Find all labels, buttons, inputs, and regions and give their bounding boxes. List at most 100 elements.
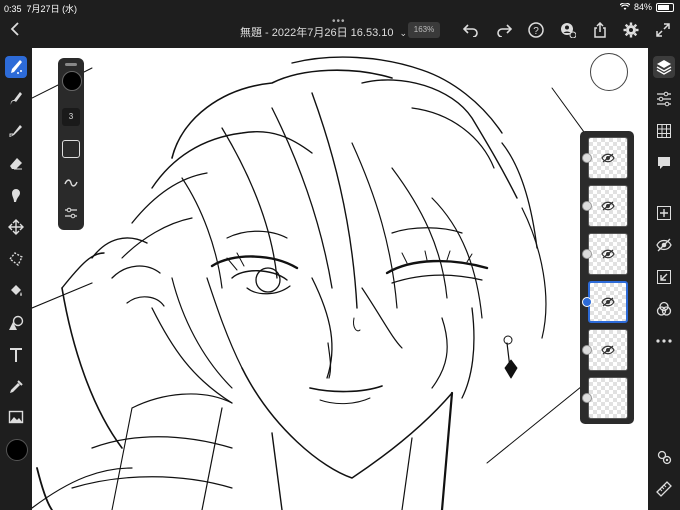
top-bar: ••• 無題 - 2022年7月26日 16.53.10 ⌄ 163% ? (0, 14, 680, 48)
settings-button[interactable] (622, 21, 640, 39)
import-icon (657, 270, 671, 284)
layers-icon (656, 60, 672, 75)
add-layer-button[interactable] (653, 202, 675, 224)
eye-hidden-icon (601, 297, 615, 307)
grid-icon (657, 124, 671, 138)
ruler-button[interactable] (653, 478, 675, 500)
right-toolbar (648, 48, 680, 510)
add-layer-icon (657, 206, 671, 220)
image-icon (8, 410, 24, 424)
help-icon: ? (528, 22, 544, 38)
layers-button[interactable] (653, 56, 675, 78)
layer-thumbnail-6[interactable] (588, 377, 628, 419)
layers-panel (580, 131, 634, 424)
vector-brush-icon (9, 125, 22, 137)
eraser-icon (10, 158, 22, 170)
settings-icon (657, 450, 672, 465)
live-brush-tool[interactable] (5, 88, 27, 110)
image-tool[interactable] (5, 406, 27, 428)
layer-thumbnail-2[interactable] (588, 185, 628, 227)
panel-drag-handle[interactable] (65, 63, 77, 66)
drawing-canvas[interactable] (32, 48, 648, 510)
gear-icon (623, 22, 639, 38)
chevron-left-icon (10, 22, 19, 36)
live-brush-icon (10, 92, 22, 105)
pixel-brush-tool[interactable] (5, 56, 27, 78)
layer-2-toggle[interactable] (582, 201, 592, 211)
import-button[interactable] (653, 266, 675, 288)
help-button[interactable]: ? (527, 21, 545, 39)
brush-opacity-button[interactable] (62, 140, 80, 158)
layer-1-toggle[interactable] (582, 153, 592, 163)
comments-button[interactable] (653, 152, 675, 174)
foreground-color-swatch[interactable] (6, 439, 28, 461)
color-preview-circle (590, 53, 628, 91)
smudge-tool[interactable] (5, 184, 27, 206)
adjustments-icon (657, 91, 671, 107)
comment-icon (658, 157, 670, 169)
layer-properties-button[interactable] (653, 446, 675, 468)
visibility-button[interactable] (653, 234, 675, 256)
layer-4-toggle[interactable] (582, 297, 592, 307)
grid-button[interactable] (653, 120, 675, 142)
user-plus-icon (561, 23, 576, 38)
brush-smoothing-button[interactable] (62, 174, 80, 192)
more-options-button[interactable] (653, 330, 675, 352)
smudge-icon (12, 189, 20, 202)
zoom-level[interactable]: 163% (408, 22, 440, 38)
lasso-icon (8, 252, 23, 267)
visibility-icon (656, 238, 672, 252)
text-icon (10, 348, 22, 362)
share-button[interactable] (591, 21, 609, 39)
move-icon (8, 219, 24, 235)
layer-5-toggle[interactable] (582, 345, 592, 355)
document-title[interactable]: 無題 - 2022年7月26日 16.53.10 ⌄ (240, 24, 407, 40)
expand-icon (656, 23, 670, 37)
eye-hidden-icon (601, 153, 615, 163)
blend-icon (656, 301, 672, 316)
brush-settings-button[interactable] (62, 204, 80, 222)
fill-tool[interactable] (5, 280, 27, 302)
redo-button[interactable] (495, 21, 513, 39)
wifi-icon (619, 3, 630, 10)
eye-hidden-icon (601, 249, 615, 259)
status-date: 7月27日 (水) (26, 4, 78, 14)
layer-thumbnail-1[interactable] (588, 137, 628, 179)
brush-color-swatch[interactable] (62, 71, 82, 91)
text-tool[interactable] (5, 344, 27, 366)
battery-percent: 84% (633, 2, 652, 12)
shape-tool[interactable] (5, 312, 27, 334)
vector-brush-tool[interactable] (5, 120, 27, 142)
blend-mode-button[interactable] (653, 298, 675, 320)
eye-hidden-icon (601, 201, 615, 211)
account-button[interactable] (559, 21, 577, 39)
wave-icon (64, 179, 78, 187)
brush-size-value[interactable]: 3 (62, 108, 80, 126)
eye-hidden-icon (601, 345, 615, 355)
fill-icon (11, 285, 22, 296)
layer-3-toggle[interactable] (582, 249, 592, 259)
lasso-tool[interactable] (5, 248, 27, 270)
svg-text:?: ? (533, 26, 539, 37)
fullscreen-button[interactable] (654, 21, 672, 39)
eyedropper-tool[interactable] (5, 376, 27, 398)
move-tool[interactable] (5, 216, 27, 238)
adjustments-button[interactable] (653, 88, 675, 110)
layer-thumbnail-3[interactable] (588, 233, 628, 275)
share-icon (594, 22, 606, 38)
status-bar: 0:35 7月27日 (水) 84% (0, 0, 680, 14)
ruler-icon (656, 481, 672, 497)
brush-settings-panel: 3 (58, 58, 84, 230)
undo-button[interactable] (462, 21, 480, 39)
layer-6-toggle[interactable] (582, 393, 592, 403)
layer-thumbnail-5[interactable] (588, 329, 628, 371)
layer-thumbnail-4[interactable] (588, 281, 628, 323)
back-button[interactable] (10, 22, 20, 41)
redo-icon (497, 24, 512, 37)
chevron-down-icon: ⌄ (399, 28, 408, 38)
undo-icon (463, 24, 478, 37)
pixel-brush-icon (11, 60, 22, 74)
battery-icon (656, 2, 674, 12)
eraser-tool[interactable] (5, 152, 27, 174)
eyedropper-icon (10, 380, 23, 393)
